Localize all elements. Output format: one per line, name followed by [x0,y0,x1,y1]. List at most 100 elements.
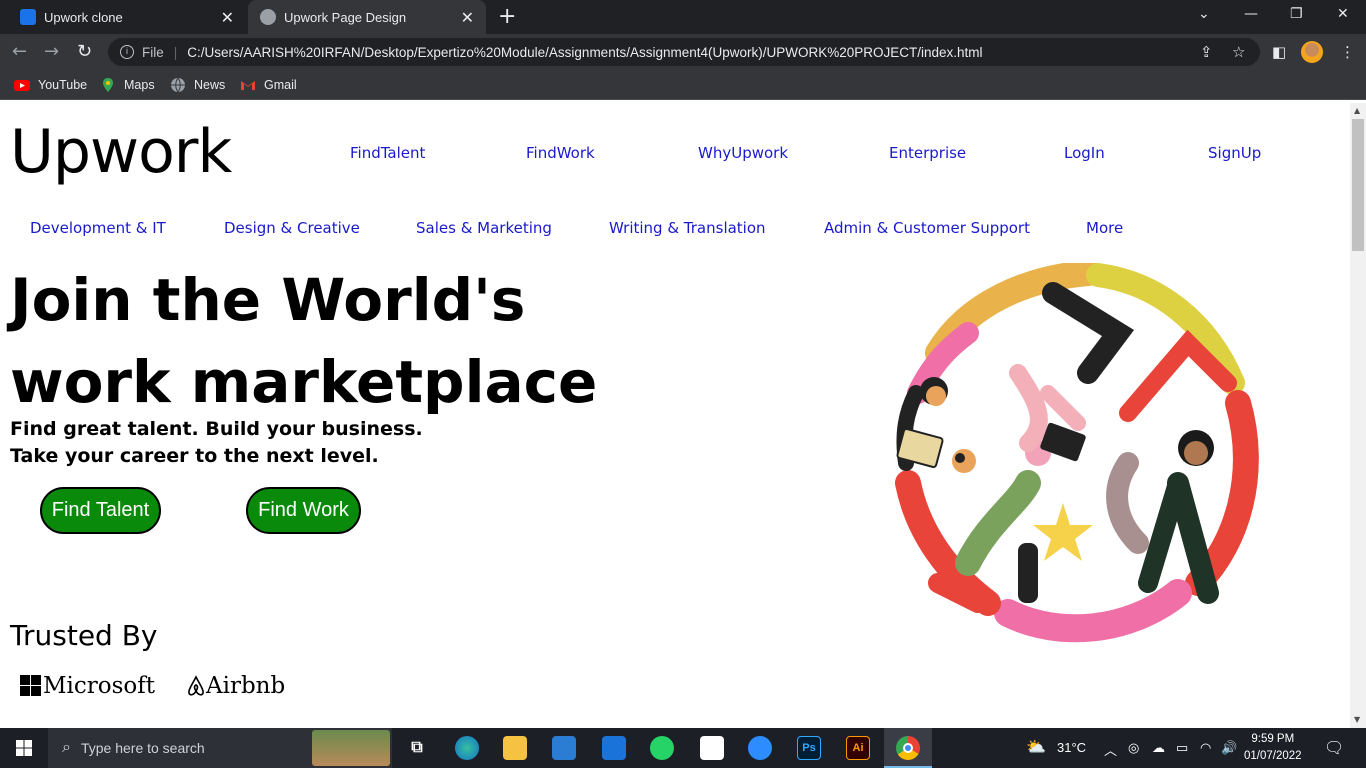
page-viewport: Upwork FindTalent FindWork WhyUpwork Ent… [0,103,1350,728]
info-icon[interactable]: i [120,45,134,59]
nav-find-talent[interactable]: FindTalent [350,144,425,162]
hero-subtitle-line: Find great talent. Build your business. [10,418,423,440]
system-clock[interactable]: 9:59 PM 01/07/2022 [1244,731,1302,765]
gmail-icon [241,81,255,90]
weather-temperature[interactable]: 31°C [1057,740,1086,755]
minimize-icon[interactable]: — [1244,6,1258,22]
onedrive-cloud-icon[interactable]: ☁ [1152,740,1165,756]
bookmark-news[interactable]: News [170,77,225,93]
category-sales-marketing[interactable]: Sales & Marketing [416,219,552,237]
airbnb-logo: Airbnb [186,673,285,699]
back-arrow-icon[interactable]: ← [12,41,27,62]
taskbar-search-box[interactable]: ⌕ Type here to search [48,728,392,768]
bookmark-maps[interactable]: Maps [100,77,155,93]
clock-time: 9:59 PM [1251,733,1295,745]
category-development-it[interactable]: Development & IT [30,219,166,237]
brand-name: Microsoft [43,673,156,699]
restore-icon[interactable]: ❐ [1290,6,1303,22]
photoshop-icon[interactable]: Ps [797,736,821,760]
tab-title: Upwork Page Design [284,9,407,25]
address-bar[interactable]: i File | C:/Users/AARISH%20IRFAN/Desktop… [108,38,1260,66]
browser-toolbar: ← → ↻ i File | C:/Users/AARISH%20IRFAN/D… [0,34,1366,70]
hero-illustration [890,263,1266,646]
search-icon: ⌕ [62,739,71,756]
bookmark-label: News [194,78,226,92]
task-view-icon[interactable]: ⧉ [405,736,429,760]
tab-title: Upwork clone [44,9,123,25]
mail-icon[interactable] [602,736,626,760]
tab-search-chevron-icon[interactable]: ⌄ [1198,6,1210,22]
category-admin-support[interactable]: Admin & Customer Support [824,219,1030,237]
bookmark-youtube[interactable]: YouTube [14,77,87,93]
microsoft-logo: Microsoft [20,673,155,699]
bookmark-label: Gmail [264,78,297,92]
bookmark-gmail[interactable]: Gmail [240,77,297,93]
address-separator: | [173,44,178,60]
menu-kebab-icon[interactable]: ⋮ [1340,43,1355,61]
bookmark-label: Maps [124,78,155,92]
nav-signup[interactable]: SignUp [1208,144,1261,162]
notepad-icon[interactable] [700,736,724,760]
hero-title: Join the World's work marketplace [10,259,610,423]
globe-favicon-icon [260,9,276,25]
windows-start-icon[interactable] [16,740,32,756]
notifications-icon[interactable]: 🗨 [1324,738,1344,758]
profile-avatar[interactable] [1301,41,1323,63]
nav-login[interactable]: LogIn [1064,144,1105,162]
tab-upwork-clone[interactable]: Upwork clone ✕ [8,0,246,34]
hero-subtitle-line: Take your career to the next level. [10,445,379,467]
hero-title-line: work marketplace [10,348,598,416]
url-text: C:/Users/AARISH%20IRFAN/Desktop/Expertiz… [187,44,983,60]
show-hidden-icons-chevron-icon[interactable]: ︿ [1104,740,1117,759]
volume-icon[interactable]: 🔊 [1221,740,1237,756]
category-more[interactable]: More [1086,219,1123,237]
edge-icon[interactable] [455,736,479,760]
category-writing-translation[interactable]: Writing & Translation [609,219,766,237]
find-talent-button[interactable]: Find Talent [40,487,161,534]
scroll-down-arrow-icon[interactable]: ▼ [1354,715,1360,724]
windows-taskbar: ⌕ Type here to search ⧉ Ps Ai ⛅ 31°C ︿ ◎… [0,728,1366,768]
file-explorer-icon[interactable] [503,736,527,760]
zoom-icon[interactable] [748,736,772,760]
scroll-up-arrow-icon[interactable]: ▲ [1354,106,1360,115]
close-window-icon[interactable]: ✕ [1337,6,1349,22]
bookmark-star-icon[interactable]: ☆ [1232,43,1245,61]
microsoft-store-icon[interactable] [552,736,576,760]
reload-icon[interactable]: ↻ [77,41,92,62]
search-placeholder: Type here to search [80,740,205,756]
scheme-label: File [142,44,164,60]
browser-tab-strip: Upwork clone ✕ Upwork Page Design ✕ + ⌄ … [0,0,1366,34]
youtube-icon [14,80,30,91]
side-panel-icon[interactable]: ◧ [1272,43,1286,61]
nav-why-upwork[interactable]: WhyUpwork [698,144,788,162]
wifi-icon[interactable]: ◠ [1200,740,1211,756]
nav-enterprise[interactable]: Enterprise [889,144,966,162]
meet-now-icon[interactable]: ◎ [1128,740,1139,756]
airbnb-belo-icon [188,675,204,696]
chrome-icon[interactable] [896,736,920,760]
new-tab-plus-icon[interactable]: + [498,4,516,29]
close-tab-icon[interactable]: ✕ [461,8,474,28]
nav-find-work[interactable]: FindWork [526,144,595,162]
scrollbar-thumb[interactable] [1352,119,1364,251]
find-work-button[interactable]: Find Work [246,487,361,534]
hero-title-line: Join the World's [10,266,526,334]
tab-upwork-page-design[interactable]: Upwork Page Design ✕ [248,0,486,34]
brand-name: Airbnb [206,673,286,699]
whatsapp-icon[interactable] [650,736,674,760]
forward-arrow-icon[interactable]: → [44,41,59,62]
page-scrollbar[interactable]: ▲ ▼ [1350,103,1366,728]
search-highlight-image [312,730,390,766]
weather-cloud-icon[interactable]: ⛅ [1026,737,1046,757]
globe-icon [171,77,185,93]
upwork-logo[interactable]: Upwork [10,117,232,187]
maps-pin-icon [103,78,113,92]
battery-icon[interactable]: ▭ [1176,740,1188,756]
category-design-creative[interactable]: Design & Creative [224,219,360,237]
person-favicon-icon [20,9,36,25]
bookmarks-bar: YouTube Maps News Gmail [0,70,1366,100]
close-tab-icon[interactable]: ✕ [221,8,234,28]
hero-subtitle: Find great talent. Build your business. … [10,416,423,470]
illustrator-icon[interactable]: Ai [846,736,870,760]
share-icon[interactable]: ⇪ [1200,43,1213,61]
